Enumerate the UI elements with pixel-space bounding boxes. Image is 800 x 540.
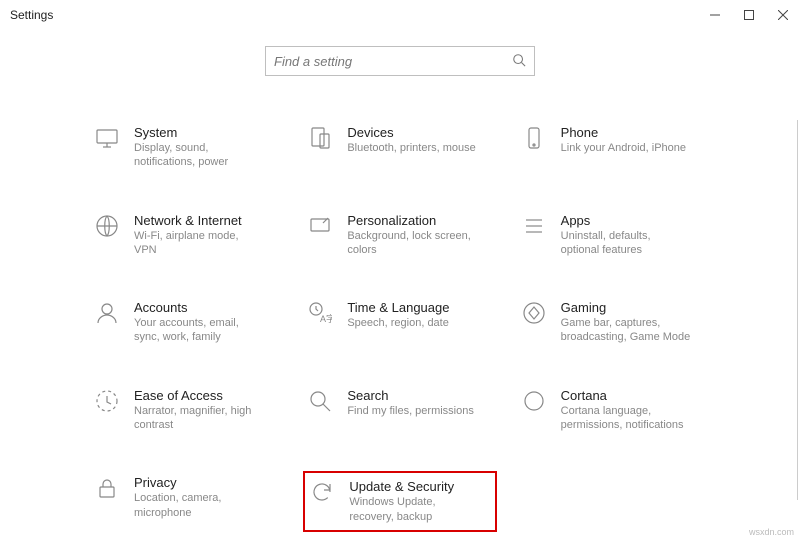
tile-network[interactable]: Network & Internet Wi-Fi, airplane mode,… bbox=[90, 209, 283, 262]
minimize-button[interactable] bbox=[698, 0, 732, 30]
tile-personalization[interactable]: Personalization Background, lock screen,… bbox=[303, 209, 496, 262]
tile-apps[interactable]: Apps Uninstall, defaults, optional featu… bbox=[517, 209, 710, 262]
tile-accounts[interactable]: Accounts Your accounts, email, sync, wor… bbox=[90, 296, 283, 349]
lock-icon bbox=[94, 475, 120, 501]
phone-icon bbox=[521, 125, 547, 151]
tile-title: Gaming bbox=[561, 300, 691, 315]
watermark: wsxdn.com bbox=[749, 527, 794, 537]
tile-title: Privacy bbox=[134, 475, 264, 490]
update-icon bbox=[309, 479, 335, 505]
svg-text:A字: A字 bbox=[320, 313, 332, 324]
tile-title: Search bbox=[347, 388, 474, 403]
tile-desc: Uninstall, defaults, optional features bbox=[561, 229, 691, 258]
tile-title: Accounts bbox=[134, 300, 264, 315]
tile-desc: Bluetooth, printers, mouse bbox=[347, 141, 475, 155]
devices-icon bbox=[307, 125, 333, 151]
accounts-icon bbox=[94, 300, 120, 326]
tile-title: Apps bbox=[561, 213, 691, 228]
settings-grid: System Display, sound, notifications, po… bbox=[90, 121, 710, 532]
tile-title: Time & Language bbox=[347, 300, 449, 315]
tile-desc: Find my files, permissions bbox=[347, 404, 474, 418]
tile-desc: Cortana language, permissions, notificat… bbox=[561, 404, 691, 433]
tile-update[interactable]: Update & Security Windows Update, recove… bbox=[303, 471, 496, 532]
tile-ease[interactable]: Ease of Access Narrator, magnifier, high… bbox=[90, 384, 283, 437]
tile-title: Devices bbox=[347, 125, 475, 140]
tile-desc: Wi-Fi, airplane mode, VPN bbox=[134, 229, 264, 258]
search-category-icon bbox=[307, 388, 333, 414]
tile-desc: Game bar, captures, broadcasting, Game M… bbox=[561, 316, 691, 345]
window-title: Settings bbox=[10, 8, 53, 22]
tile-desc: Your accounts, email, sync, work, family bbox=[134, 316, 264, 345]
tile-title: Ease of Access bbox=[134, 388, 264, 403]
tile-system[interactable]: System Display, sound, notifications, po… bbox=[90, 121, 283, 174]
globe-icon bbox=[94, 213, 120, 239]
tile-cortana[interactable]: Cortana Cortana language, permissions, n… bbox=[517, 384, 710, 437]
tile-gaming[interactable]: Gaming Game bar, captures, broadcasting,… bbox=[517, 296, 710, 349]
ease-icon bbox=[94, 388, 120, 414]
search-icon bbox=[512, 53, 526, 70]
tile-desc: Location, camera, microphone bbox=[134, 491, 264, 520]
gaming-icon bbox=[521, 300, 547, 326]
tile-desc: Background, lock screen, colors bbox=[347, 229, 477, 258]
cortana-icon bbox=[521, 388, 547, 414]
search-wrap: Find a setting bbox=[0, 46, 800, 76]
tile-desc: Link your Android, iPhone bbox=[561, 141, 686, 155]
tile-desc: Windows Update, recovery, backup bbox=[349, 495, 479, 524]
tile-title: Phone bbox=[561, 125, 686, 140]
tile-title: Update & Security bbox=[349, 479, 479, 494]
maximize-button[interactable] bbox=[732, 0, 766, 30]
paint-icon bbox=[307, 213, 333, 239]
tile-devices[interactable]: Devices Bluetooth, printers, mouse bbox=[303, 121, 496, 174]
tile-title: Personalization bbox=[347, 213, 477, 228]
close-button[interactable] bbox=[766, 0, 800, 30]
system-icon bbox=[94, 125, 120, 151]
apps-icon bbox=[521, 213, 547, 239]
time-language-icon: A字 bbox=[307, 300, 333, 326]
scrollbar[interactable] bbox=[797, 120, 798, 500]
window-controls bbox=[698, 0, 800, 30]
tile-title: System bbox=[134, 125, 264, 140]
tile-desc: Narrator, magnifier, high contrast bbox=[134, 404, 264, 433]
search-placeholder: Find a setting bbox=[274, 54, 352, 69]
tile-desc: Speech, region, date bbox=[347, 316, 449, 330]
tile-title: Cortana bbox=[561, 388, 691, 403]
search-input[interactable]: Find a setting bbox=[265, 46, 535, 76]
tile-title: Network & Internet bbox=[134, 213, 264, 228]
tile-desc: Display, sound, notifications, power bbox=[134, 141, 264, 170]
tile-phone[interactable]: Phone Link your Android, iPhone bbox=[517, 121, 710, 174]
tile-time[interactable]: A字 Time & Language Speech, region, date bbox=[303, 296, 496, 349]
titlebar: Settings bbox=[0, 0, 800, 30]
tile-privacy[interactable]: Privacy Location, camera, microphone bbox=[90, 471, 283, 532]
tile-search[interactable]: Search Find my files, permissions bbox=[303, 384, 496, 437]
